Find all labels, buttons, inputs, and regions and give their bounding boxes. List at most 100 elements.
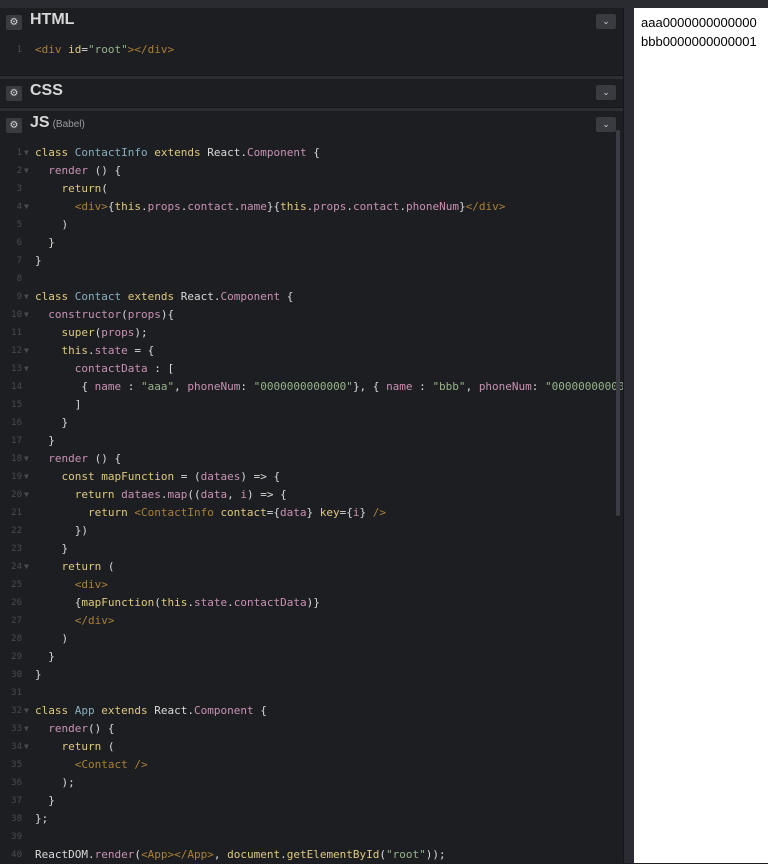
fold-arrow-icon[interactable]: ▼ <box>24 558 29 576</box>
code-line[interactable]: 26 {mapFunction(this.state.contactData)} <box>0 594 623 612</box>
code-token: }{ <box>266 200 281 213</box>
code-line[interactable]: 28 ) <box>0 630 623 648</box>
code-token: const <box>61 470 102 483</box>
code-line[interactable]: 7} <box>0 252 623 270</box>
code-line[interactable]: 30} <box>0 666 623 684</box>
js-collapse-chevron-icon[interactable]: ⌄ <box>596 117 616 132</box>
code-line[interactable]: 12 ▼ this.state = { <box>0 342 623 360</box>
code-line[interactable]: 35 <Contact /> <box>0 756 623 774</box>
code-token: this <box>61 344 89 357</box>
code-line[interactable]: 15 ] <box>0 396 623 414</box>
fold-arrow-icon[interactable]: ▼ <box>24 306 29 324</box>
code-line[interactable]: 3 return( <box>0 180 623 198</box>
fold-arrow-icon[interactable]: ▼ <box>24 288 29 306</box>
code-line[interactable]: 21 return <ContactInfo contact={data} ke… <box>0 504 623 522</box>
code-line[interactable]: 23 } <box>0 540 623 558</box>
code-line[interactable]: 10 ▼ constructor(props){ <box>0 306 623 324</box>
html-settings-gear-icon[interactable]: ⚙ <box>6 15 22 30</box>
code-token: return <box>61 740 102 753</box>
code-line[interactable]: 37 } <box>0 792 623 810</box>
code-token: React. <box>154 704 194 717</box>
code-token: } <box>35 542 69 555</box>
code-token: props <box>147 200 181 213</box>
code-line[interactable]: 20 ▼ return dataes.map((data, i) => { <box>0 486 623 504</box>
line-number: 31 <box>11 688 22 698</box>
code-token: } <box>35 236 55 249</box>
js-settings-gear-icon[interactable]: ⚙ <box>6 118 22 133</box>
fold-arrow-icon[interactable]: ▼ <box>24 702 29 720</box>
code-text: }; <box>35 810 48 828</box>
code-token: . <box>187 596 194 609</box>
fold-arrow-icon[interactable]: ▼ <box>24 720 29 738</box>
code-line[interactable]: 1 <div id="root"></div> <box>0 41 623 59</box>
code-line[interactable]: 33 ▼ render() { <box>0 720 623 738</box>
code-line[interactable]: 4 ▼ <div>{this.props.contact.name}{this.p… <box>0 198 623 216</box>
code-token: , <box>227 488 241 501</box>
fold-arrow-icon[interactable]: ▼ <box>24 342 29 360</box>
code-line[interactable]: 25 <div> <box>0 576 623 594</box>
line-number: 36 <box>11 778 22 788</box>
code-line[interactable]: 36 ); <box>0 774 623 792</box>
code-line[interactable]: 16 } <box>0 414 623 432</box>
code-line[interactable]: 39 <box>0 828 623 846</box>
code-token: . <box>280 848 287 861</box>
code-token: ){ <box>160 308 175 321</box>
code-token: { <box>35 596 82 609</box>
html-editor[interactable]: 1 <div id="root"></div> <box>0 41 623 75</box>
code-line[interactable]: 22 }) <box>0 522 623 540</box>
fold-arrow-icon[interactable]: ▼ <box>24 468 29 486</box>
resize-handle[interactable] <box>623 8 634 863</box>
code-token: name <box>94 380 122 393</box>
code-line[interactable]: 31 <box>0 684 623 702</box>
html-collapse-chevron-icon[interactable]: ⌄ <box>596 14 616 29</box>
code-line[interactable]: 32 ▼ class App extends React.Component { <box>0 702 623 720</box>
fold-arrow-icon[interactable]: ▼ <box>24 198 29 216</box>
js-editor-scrollbar[interactable] <box>616 130 620 516</box>
css-settings-gear-icon[interactable]: ⚙ <box>6 86 22 101</box>
code-line[interactable]: 8 <box>0 270 623 288</box>
code-line[interactable]: 13 ▼ contactData : [ <box>0 360 623 378</box>
code-line[interactable]: 24 ▼ return ( <box>0 558 623 576</box>
fold-arrow-icon[interactable]: ▼ <box>24 450 29 468</box>
code-line[interactable]: 14 { name : "aaa", phoneNum: "0000000000… <box>0 378 651 396</box>
code-token: props <box>127 308 161 321</box>
code-line[interactable]: 5 ) <box>0 216 623 234</box>
code-line[interactable]: 18 ▼ render () { <box>0 450 623 468</box>
code-token: ( <box>101 560 115 573</box>
code-line[interactable]: 11 super(props); <box>0 324 623 342</box>
code-token: dataes <box>121 488 161 501</box>
css-collapse-chevron-icon[interactable]: ⌄ <box>596 85 616 100</box>
code-text: <div> <box>35 576 108 594</box>
code-token: document <box>227 848 281 861</box>
code-line[interactable]: 19 ▼ const mapFunction = (dataes) => { <box>0 468 623 486</box>
code-line[interactable]: 34 ▼ return ( <box>0 738 623 756</box>
code-line[interactable]: 29 } <box>0 648 623 666</box>
code-token: dataes <box>200 470 241 483</box>
code-line[interactable]: 40 ReactDOM.render(<App></App>, document.… <box>0 846 623 864</box>
code-line[interactable]: 9 ▼ class Contact extends React.Component … <box>0 288 623 306</box>
code-line[interactable]: 1 ▼ class ContactInfo extends React.Compon… <box>0 144 623 162</box>
code-text: this.state = { <box>35 342 155 360</box>
code-line[interactable]: 38}; <box>0 810 623 828</box>
js-editor[interactable]: 1 ▼ class ContactInfo extends React.Compon… <box>0 139 651 864</box>
code-token: , <box>465 380 479 393</box>
line-number: 18 <box>11 454 22 464</box>
fold-arrow-icon[interactable]: ▼ <box>24 486 29 504</box>
code-token: { <box>306 146 320 159</box>
code-token: } <box>35 650 55 663</box>
code-line[interactable]: 27 </div> <box>0 612 623 630</box>
code-line[interactable]: 17 } <box>0 432 623 450</box>
code-line[interactable]: 6 } <box>0 234 623 252</box>
fold-arrow-icon[interactable]: ▼ <box>24 162 29 180</box>
fold-arrow-icon[interactable]: ▼ <box>24 144 29 162</box>
code-token: super <box>61 326 95 339</box>
code-line[interactable]: 2 ▼ render () { <box>0 162 623 180</box>
code-text: } <box>35 414 68 432</box>
fold-arrow-icon[interactable]: ▼ <box>24 360 29 378</box>
fold-arrow-icon[interactable]: ▼ <box>24 738 29 756</box>
code-token: <div> <box>74 578 108 591</box>
code-token: </div> <box>74 614 115 627</box>
